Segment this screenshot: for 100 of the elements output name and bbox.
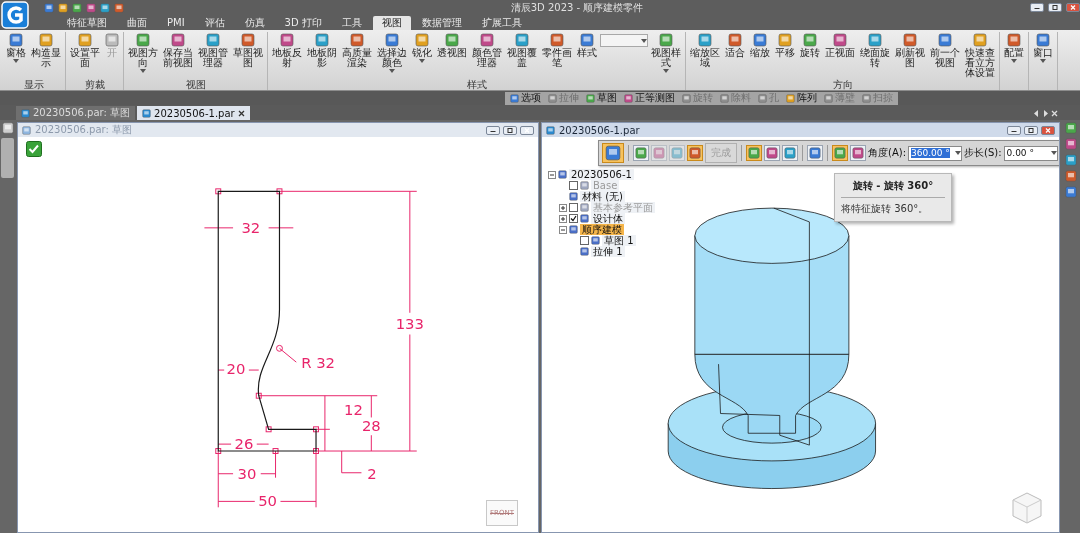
expand-icon[interactable]: [559, 214, 567, 223]
check-icon[interactable]: [26, 141, 42, 157]
tree-item[interactable]: 拉伸 1: [591, 246, 625, 257]
ribbon-button[interactable]: 窗口: [1031, 32, 1055, 64]
dimension-label: 2: [367, 464, 377, 482]
checkbox[interactable]: [569, 214, 578, 223]
tool-icon: [9, 33, 23, 47]
ribbon-button[interactable]: 配置: [1002, 32, 1026, 64]
ribbon-button[interactable]: 透视图: [435, 32, 469, 59]
tool-button[interactable]: [782, 145, 798, 161]
panel-icon[interactable]: [1065, 138, 1077, 150]
command-item[interactable]: 正等测图: [622, 92, 677, 104]
checkbox[interactable]: [569, 203, 578, 212]
ribbon-button[interactable]: 颜色管理器: [470, 32, 504, 69]
ribbon-button[interactable]: 平移: [773, 32, 797, 59]
restore-icon[interactable]: [1024, 125, 1038, 135]
ribbon-button[interactable]: 锐化: [410, 32, 434, 64]
tree-item[interactable]: 草图 1: [602, 235, 636, 246]
panel-icon[interactable]: [1065, 170, 1077, 182]
panel-icon[interactable]: [1065, 122, 1077, 134]
ribbon-button[interactable]: 窗格: [4, 32, 28, 64]
panel-icon[interactable]: [1065, 154, 1077, 166]
ribbon-button[interactable]: 保存当前视图: [161, 32, 195, 69]
tool-button[interactable]: [746, 145, 762, 161]
caret-icon: [641, 38, 647, 43]
ribbon-button[interactable]: 地板阴影: [305, 32, 339, 69]
expand-icon[interactable]: [559, 203, 567, 212]
ribbon-tab[interactable]: 仿真: [235, 16, 274, 30]
ribbon-tab[interactable]: 视图: [372, 16, 411, 30]
ribbon-button[interactable]: 样式: [575, 32, 599, 59]
minimize-icon[interactable]: [486, 125, 500, 135]
tool-icon: [659, 33, 673, 47]
tool-button[interactable]: [764, 145, 780, 161]
tool-button[interactable]: [832, 145, 848, 161]
ribbon-tab[interactable]: 扩展工具: [472, 16, 531, 30]
tool-button[interactable]: [807, 145, 823, 161]
document-tab[interactable]: 20230506-1.par: [137, 106, 250, 120]
tool-button[interactable]: [602, 143, 624, 163]
ribbon-button[interactable]: 缩放: [748, 32, 772, 59]
ribbon-button[interactable]: 视图管理器: [196, 32, 230, 69]
dimension-label: 20: [226, 360, 246, 377]
ribbon-button[interactable]: 零件画笔: [540, 32, 574, 69]
command-icon: [548, 93, 557, 103]
tree-item[interactable]: 20230506-1: [569, 169, 634, 180]
ribbon-button[interactable]: 缩放区域: [688, 32, 722, 69]
dimension-label: 32: [241, 218, 261, 236]
minimize-icon[interactable]: [1007, 125, 1021, 135]
ribbon-button[interactable]: 地板反射: [270, 32, 304, 69]
tool-icon: [653, 147, 665, 159]
ribbon-tab[interactable]: 工具: [332, 16, 371, 30]
caret-icon: [140, 69, 146, 73]
ribbon-button[interactable]: 旋转: [798, 32, 822, 59]
close-icon[interactable]: [1066, 3, 1080, 12]
ribbon-button[interactable]: 视图覆盖: [505, 32, 539, 69]
tooltip-title: 旋转 - 旋转 360°: [841, 179, 945, 198]
ribbon-tab[interactable]: 评估: [195, 16, 234, 30]
scroll-arrows-icon[interactable]: [1034, 109, 1048, 117]
tool-button[interactable]: [633, 145, 649, 161]
collapse-icon[interactable]: [548, 170, 556, 179]
ribbon-button[interactable]: 设置平面: [68, 32, 102, 69]
tool-button[interactable]: [850, 145, 866, 161]
checkbox[interactable]: [569, 181, 578, 190]
dimension-label: 50: [258, 492, 278, 510]
checkbox[interactable]: [580, 236, 589, 245]
document-tab[interactable]: 20230506.par: 草图: [16, 106, 136, 120]
tool-icon: [280, 33, 294, 47]
ribbon-button[interactable]: 正视面: [823, 32, 857, 59]
ribbon-button[interactable]: 视图样式: [649, 32, 683, 74]
ribbon-tab[interactable]: 特征草图: [58, 16, 116, 30]
ribbon-button[interactable]: 适合: [723, 32, 747, 59]
app-logo[interactable]: [1, 1, 29, 29]
minimize-icon[interactable]: [1030, 3, 1044, 12]
ribbon-tab[interactable]: 曲面: [118, 16, 156, 30]
tree-item[interactable]: 材料 (无): [580, 191, 625, 202]
ribbon-button[interactable]: 刷新视图: [893, 32, 927, 69]
ribbon-button[interactable]: 选择边颜色: [375, 32, 409, 74]
ribbon-button[interactable]: 构造显示: [29, 32, 63, 69]
tree-item[interactable]: 设计体: [591, 213, 625, 224]
ribbon-button[interactable]: 视图方向: [126, 32, 160, 74]
command-item[interactable]: 选项: [508, 92, 543, 104]
ribbon-button[interactable]: 前一个视图: [928, 32, 962, 69]
angle-field[interactable]: 360.00 °: [908, 145, 962, 161]
close-icon[interactable]: [237, 109, 245, 117]
ribbon-tab[interactable]: 3D 打印: [275, 16, 331, 30]
ribbon-button[interactable]: 高质量渲染: [340, 32, 374, 69]
restore-icon[interactable]: [503, 125, 517, 135]
tool-icon: [833, 33, 847, 47]
tree-item[interactable]: 顺序建模: [580, 224, 624, 235]
ribbon-button[interactable]: 快速查看立方体设置: [963, 32, 997, 79]
restore-icon[interactable]: [1048, 3, 1062, 12]
feature-icon: [591, 236, 600, 245]
step-field[interactable]: 0.00 °: [1003, 145, 1058, 161]
command-item[interactable]: 阵列: [784, 92, 819, 104]
ribbon-button[interactable]: 绕面旋转: [858, 32, 892, 69]
command-item[interactable]: 草图: [584, 92, 619, 104]
panel-icon[interactable]: [1065, 186, 1077, 198]
tool-button[interactable]: [687, 145, 703, 161]
ribbon-tab[interactable]: PMI: [158, 16, 194, 30]
ribbon-button[interactable]: 草图视图: [231, 32, 265, 69]
ribbon-tab[interactable]: 数据管理: [412, 16, 471, 30]
